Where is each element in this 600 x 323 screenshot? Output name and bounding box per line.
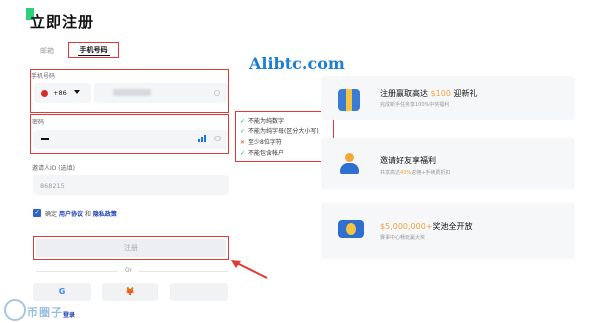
agreement-prefix: 确定 xyxy=(45,211,58,218)
password-cursor xyxy=(41,138,49,140)
check-icon: ✓ xyxy=(240,118,246,125)
watermark-text: 币圈子 xyxy=(27,306,63,319)
dial-code: +86 xyxy=(53,89,67,97)
divider-right xyxy=(138,271,228,272)
annotation-arrow xyxy=(231,260,268,279)
divider-text: Or xyxy=(125,267,133,274)
check-icon: ✓ xyxy=(240,150,246,157)
cross-icon: ✕ xyxy=(240,139,246,146)
watermark-logo-icon xyxy=(4,299,26,321)
login-link[interactable]: 登录 xyxy=(63,310,75,319)
divider-left xyxy=(36,271,118,272)
promo-1-subtitle: 完成新手任务享100%中奖福利 xyxy=(380,102,450,108)
agreement-and: 和 xyxy=(84,211,91,218)
agreement-text: 确定 用户协议 和 隐私政策 xyxy=(45,209,117,218)
password-rule: ✕ 至少8位字符 xyxy=(240,137,282,146)
site-watermark: Alibtc.com xyxy=(249,54,345,73)
password-rule: ✓ 不能包含帐户 xyxy=(240,148,284,157)
metamask-login-button[interactable]: 🦊 xyxy=(102,283,158,301)
promo-1-title: 注册赢取高达 $100 迎新礼 xyxy=(380,89,478,98)
person-icon xyxy=(338,153,360,175)
promo-2-subtitle: 共享高达40%返佣+手续费折扣 xyxy=(380,170,451,176)
google-login-button[interactable]: G xyxy=(33,283,91,301)
chevron-down-icon[interactable] xyxy=(74,90,80,94)
promo-2-title: 邀请好友享福利 xyxy=(380,156,436,165)
password-rule: ✓ 不能为纯数字 xyxy=(240,116,284,125)
password-rule-text: 至少8位字符 xyxy=(248,139,282,146)
invite-label: 邀请人ID (选填) xyxy=(32,165,75,172)
promo-3-title: $5,000,000+奖池全开放 xyxy=(380,222,473,231)
tab-email[interactable]: 邮箱 xyxy=(40,46,54,56)
gift-icon xyxy=(338,89,360,111)
clear-icon[interactable] xyxy=(214,90,220,96)
apple-login-button[interactable] xyxy=(170,283,228,301)
phone-value-redacted xyxy=(113,89,151,96)
money-icon xyxy=(338,220,364,238)
active-tab-underline xyxy=(78,55,110,56)
page-title: 立即注册 xyxy=(30,13,95,31)
promo-3-subtitle: 赛事中心畅玩赢大奖 xyxy=(380,235,426,241)
invite-value: 868215 xyxy=(40,182,65,190)
register-button[interactable]: 注册 xyxy=(36,239,226,257)
password-rule-text: 不能包含帐户 xyxy=(248,150,285,157)
privacy-link[interactable]: 隐私政策 xyxy=(93,211,117,218)
check-icon: ✓ xyxy=(240,128,246,135)
phone-label: 手机号码 xyxy=(31,73,56,80)
password-rule: ✓ 不能为纯字母(区分大小写) xyxy=(240,126,319,135)
terms-link[interactable]: 用户协议 xyxy=(59,211,83,218)
password-rule-text: 不能为纯字母(区分大小写) xyxy=(248,128,319,135)
password-label: 密码 xyxy=(32,119,45,126)
china-flag-icon xyxy=(41,90,48,97)
eye-icon[interactable] xyxy=(214,136,221,141)
password-strength-icon xyxy=(198,135,208,142)
agreement-checkbox[interactable]: ✓ xyxy=(33,209,41,217)
password-rule-text: 不能为纯数字 xyxy=(248,118,285,125)
